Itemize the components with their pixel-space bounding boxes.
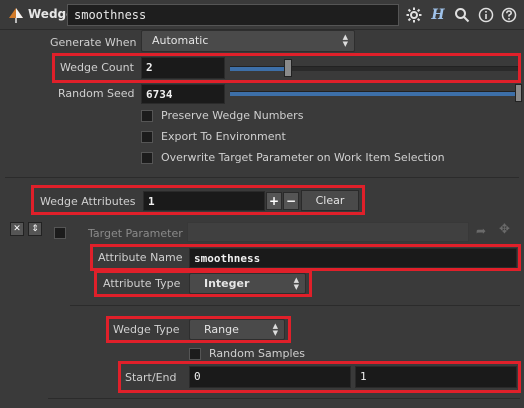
help-h-icon[interactable]: H: [428, 5, 448, 25]
attribute-type-label: Attribute Type: [103, 277, 181, 290]
end-field[interactable]: 1: [355, 366, 517, 388]
random-seed-slider[interactable]: [230, 91, 518, 96]
generate-when-dropdown[interactable]: Automatic ▲ ▼: [141, 30, 355, 52]
random-samples-label: Random Samples: [209, 347, 306, 360]
remove-attribute-button[interactable]: −: [283, 192, 299, 210]
start-field[interactable]: 0: [189, 366, 351, 388]
node-name-field[interactable]: smoothness: [67, 4, 399, 26]
search-icon[interactable]: [452, 5, 472, 25]
channel-reference-icon[interactable]: ➦: [476, 224, 486, 238]
wedge-count-label: Wedge Count: [60, 61, 134, 74]
add-attribute-button[interactable]: +: [266, 192, 282, 210]
random-samples-checkbox[interactable]: [189, 348, 201, 360]
dropdown-arrows-icon: ▲ ▼: [293, 276, 299, 291]
target-parameter-label: Target Parameter: [88, 227, 183, 240]
node-header: Wedge smoothness H: [0, 0, 524, 30]
random-seed-label: Random Seed: [58, 87, 135, 100]
random-seed-slider-fill: [230, 92, 518, 96]
clear-button[interactable]: Clear: [301, 190, 359, 211]
wedge-type-value: Range: [204, 323, 239, 336]
dropdown-arrows-icon: ▲ ▼: [342, 33, 348, 48]
attribute-type-value: Integer: [204, 277, 250, 290]
export-to-environment-label: Export To Environment: [161, 130, 286, 143]
wedge-attributes-label: Wedge Attributes: [40, 195, 136, 208]
wedge-count-slider-fill: [230, 67, 288, 71]
parameter-picker-icon[interactable]: ✥: [499, 222, 510, 237]
target-parameter-field[interactable]: [187, 222, 469, 242]
wedge-count-field[interactable]: 2: [141, 57, 225, 79]
wedge-type-dropdown[interactable]: Range ▲ ▼: [189, 319, 285, 340]
insert-instance-icon[interactable]: ⇕: [28, 222, 42, 236]
bottom-divider: [48, 398, 520, 399]
preserve-wedge-numbers-label: Preserve Wedge Numbers: [161, 109, 304, 122]
overwrite-target-checkbox[interactable]: [141, 152, 153, 164]
attribute-name-field[interactable]: smoothness: [189, 248, 517, 268]
random-seed-field[interactable]: 6734: [141, 84, 225, 104]
overwrite-target-label: Overwrite Target Parameter on Work Item …: [161, 151, 445, 164]
dropdown-arrows-icon: ▲ ▼: [272, 322, 278, 337]
export-to-environment-checkbox[interactable]: [141, 131, 153, 143]
info-icon[interactable]: [476, 5, 496, 25]
help-icon[interactable]: [499, 5, 519, 25]
preserve-wedge-numbers-checkbox[interactable]: [141, 110, 153, 122]
start-end-label: Start/End: [125, 371, 177, 384]
gear-icon[interactable]: [404, 5, 424, 25]
attribute-type-dropdown[interactable]: Integer ▲ ▼: [189, 273, 306, 294]
random-seed-slider-handle[interactable]: [515, 84, 522, 102]
attribute-divider: [70, 305, 520, 306]
remove-instance-icon[interactable]: ✕: [10, 222, 24, 236]
generate-when-label: Generate When: [50, 36, 137, 49]
generate-when-value: Automatic: [152, 34, 209, 47]
instance-enable-checkbox[interactable]: [54, 227, 66, 239]
wedge-attributes-count-field[interactable]: 1: [143, 191, 265, 211]
attribute-name-label: Attribute Name: [98, 251, 183, 264]
wedge-count-slider[interactable]: [230, 66, 518, 71]
wedge-type-label: Wedge Type: [113, 323, 180, 336]
wedge-count-slider-handle[interactable]: [284, 59, 292, 77]
section-divider: [5, 177, 519, 178]
wedge-node-icon: [6, 5, 26, 25]
